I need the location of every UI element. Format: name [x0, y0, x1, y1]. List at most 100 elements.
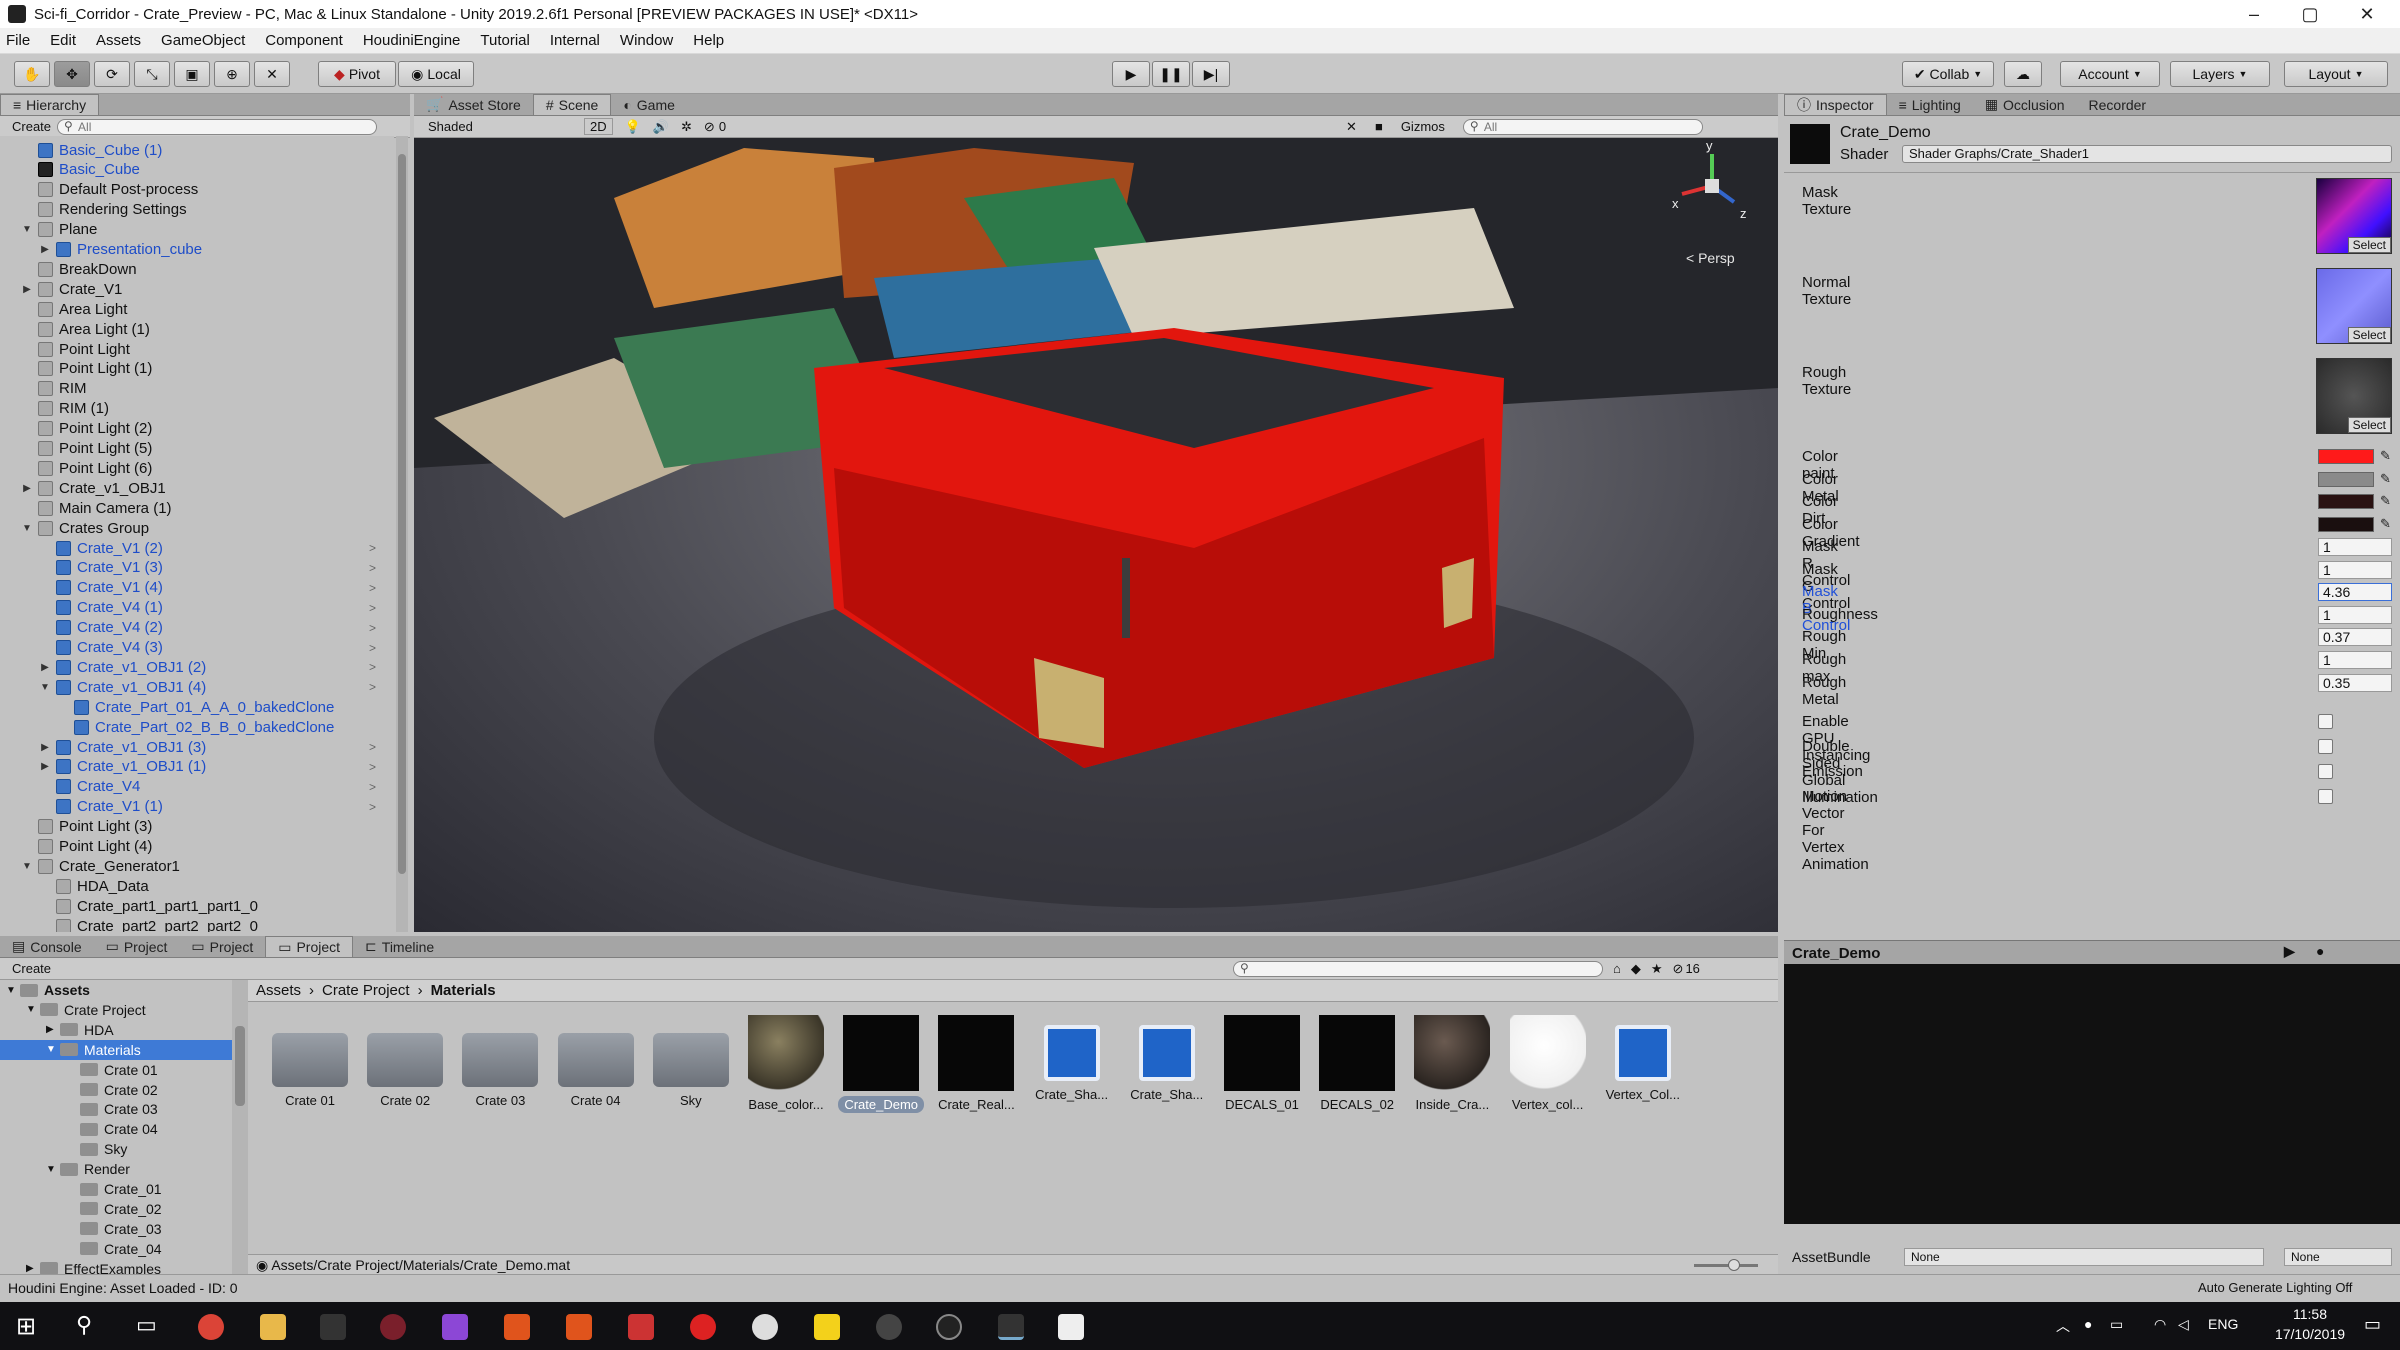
asset-item[interactable]: Vertex_Col... [1597, 1015, 1689, 1102]
project-search-input[interactable] [1233, 960, 1604, 977]
hierarchy-item[interactable]: BreakDown [0, 259, 390, 279]
folder-tree-item[interactable]: Sky [0, 1139, 235, 1159]
checkbox[interactable] [2318, 789, 2333, 804]
hierarchy-item[interactable]: Crate_V1 (1) > [0, 797, 390, 817]
expand-right-icon[interactable]: ▶ [38, 761, 52, 772]
hidden-count-icon[interactable]: ⊘ [1673, 961, 1684, 977]
eyedropper-icon[interactable]: ✎ [2380, 516, 2391, 532]
float-field[interactable]: 0.35 [2318, 673, 2392, 692]
scene-gizmo[interactable]: y x z [1672, 138, 1752, 226]
custom-tool-button[interactable]: ✕ [254, 61, 290, 87]
file-explorer-icon[interactable] [260, 1314, 286, 1340]
texture-slot[interactable]: Select [2316, 358, 2392, 434]
tab-project-3[interactable]: ▭ Project [265, 936, 354, 957]
clock-date[interactable]: 17/10/2019 [2262, 1326, 2358, 1342]
hierarchy-item[interactable]: RIM (1) [0, 399, 390, 419]
audio-icon[interactable]: 🔊 [653, 119, 669, 135]
expand-right-icon[interactable]: ▶ [38, 244, 52, 255]
hierarchy-item[interactable]: Crate_V4 > [0, 777, 390, 797]
layers-dropdown[interactable]: Layers ▼ [2170, 61, 2270, 87]
chevron-right-icon[interactable]: > [369, 760, 376, 774]
hierarchy-item[interactable]: ▶ Crate_v1_OBJ1 (2) > [0, 657, 390, 677]
asset-item[interactable]: Crate 03 [454, 1015, 546, 1108]
folder-tree-item[interactable]: ▼ Render [0, 1159, 235, 1179]
hierarchy-item[interactable]: Crate_V1 (4) > [0, 578, 390, 598]
windows-start-icon[interactable]: ⊞ [16, 1312, 36, 1341]
expand-down-icon[interactable]: ▼ [20, 861, 34, 872]
project-tree-scrollbar[interactable] [232, 980, 248, 1274]
app-red-2-icon[interactable] [690, 1314, 716, 1340]
tab-game[interactable]: ◐ Game [611, 94, 687, 115]
hierarchy-item[interactable]: Default Post-process [0, 180, 390, 200]
folder-tree-item[interactable]: Crate 01 [0, 1060, 235, 1080]
breadcrumb-materials[interactable]: Materials [431, 982, 496, 999]
houdini-icon[interactable] [504, 1314, 530, 1340]
checkbox[interactable] [2318, 714, 2333, 729]
scale-tool-button[interactable]: ⤡ [134, 61, 170, 87]
hierarchy-item[interactable]: Basic_Cube [0, 160, 390, 180]
folder-tree-item[interactable]: ▼ Crate Project [0, 1000, 235, 1020]
hierarchy-item[interactable]: ▶ Crate_v1_OBJ1 (1) > [0, 757, 390, 777]
epic-games-icon[interactable] [320, 1314, 346, 1340]
search-icon[interactable]: ⚲ [76, 1312, 92, 1338]
houdini-2-icon[interactable] [566, 1314, 592, 1340]
tab-hierarchy[interactable]: ≡ Hierarchy [0, 94, 100, 115]
assetbundle-variant-dropdown[interactable]: None [2284, 1248, 2392, 1266]
cloud-button[interactable]: ☁ [2004, 61, 2042, 87]
folder-tree-item[interactable]: Crate 03 [0, 1099, 235, 1119]
language-indicator[interactable]: ENG [2208, 1316, 2238, 1332]
chevron-right-icon[interactable]: > [369, 800, 376, 814]
preview-play-icon[interactable]: ▶ [2284, 943, 2295, 960]
expand-down-icon[interactable]: ▼ [46, 1164, 60, 1175]
expand-down-icon[interactable]: ▼ [38, 682, 52, 693]
tray-battery-icon[interactable]: ▭ [2110, 1316, 2123, 1333]
float-field[interactable]: 1 [2318, 605, 2392, 624]
color-swatch[interactable] [2318, 494, 2374, 509]
chevron-right-icon[interactable]: > [369, 680, 376, 694]
tab-occlusion[interactable]: ▦ Occlusion [1973, 94, 2077, 115]
tab-project-1[interactable]: ▭ Project [94, 936, 180, 957]
hierarchy-item[interactable]: Point Light (3) [0, 817, 390, 837]
thumbnail-size-slider[interactable] [1694, 1259, 1758, 1271]
breadcrumb-crate-project[interactable]: Crate Project [322, 982, 410, 999]
color-swatch[interactable] [2318, 471, 2374, 487]
folder-tree-item[interactable]: ▼ Assets [0, 980, 235, 1000]
asset-item[interactable]: Crate 04 [550, 1015, 642, 1108]
folder-tree-item[interactable]: ▼ Materials [0, 1039, 235, 1060]
tab-inspector[interactable]: ⓘ Inspector [1784, 94, 1887, 115]
menu-internal[interactable]: Internal [550, 32, 600, 49]
hierarchy-item[interactable]: Crate_V1 (2) > [0, 538, 390, 558]
chevron-right-icon[interactable]: > [369, 581, 376, 595]
hierarchy-item[interactable]: HDA_Data [0, 876, 390, 896]
hierarchy-item[interactable]: Crate_part1_part1_part1_0 [0, 896, 390, 916]
chevron-right-icon[interactable]: > [369, 641, 376, 655]
hierarchy-item[interactable]: ▶ Crate_v1_OBJ1 (3) > [0, 737, 390, 757]
close-button[interactable]: ✕ [2340, 0, 2394, 28]
hierarchy-item[interactable]: Point Light (2) [0, 419, 390, 439]
scene-search-input[interactable]: All [1462, 118, 1703, 135]
hierarchy-item[interactable]: Basic_Cube (1) [0, 140, 390, 160]
expand-down-icon[interactable]: ▼ [26, 1004, 40, 1015]
move-tool-button[interactable]: ✥ [54, 61, 90, 87]
layout-dropdown[interactable]: Layout ▼ [2284, 61, 2388, 87]
hierarchy-item[interactable]: ▶ Crate_v1_OBJ1 [0, 478, 390, 498]
2d-toggle[interactable]: 2D [584, 118, 613, 135]
gizmos-dropdown[interactable]: Gizmos [1401, 119, 1445, 134]
color-swatch[interactable] [2318, 449, 2374, 464]
expand-right-icon[interactable]: ▶ [38, 662, 52, 673]
hierarchy-item[interactable]: Crate_V1 (3) > [0, 558, 390, 578]
local-toggle[interactable]: ◉ Local [398, 61, 474, 87]
expand-right-icon[interactable]: ▶ [20, 284, 34, 295]
menu-file[interactable]: File [6, 32, 30, 49]
chevron-right-icon[interactable]: > [369, 601, 376, 615]
rect-tool-button[interactable]: ▣ [174, 61, 210, 87]
hierarchy-item[interactable]: Point Light (1) [0, 359, 390, 379]
texture-select-button[interactable]: Select [2347, 327, 2391, 343]
expand-right-icon[interactable]: ▶ [26, 1263, 40, 1274]
play-button[interactable]: ▶ [1112, 61, 1150, 87]
auto-lighting-status[interactable]: Auto Generate Lighting Off [2198, 1280, 2352, 1295]
checkbox[interactable] [2318, 739, 2333, 754]
asset-item[interactable]: Vertex_col... [1502, 1015, 1594, 1112]
project-create-dropdown[interactable]: Create [12, 961, 51, 976]
chevron-right-icon[interactable]: > [369, 740, 376, 754]
